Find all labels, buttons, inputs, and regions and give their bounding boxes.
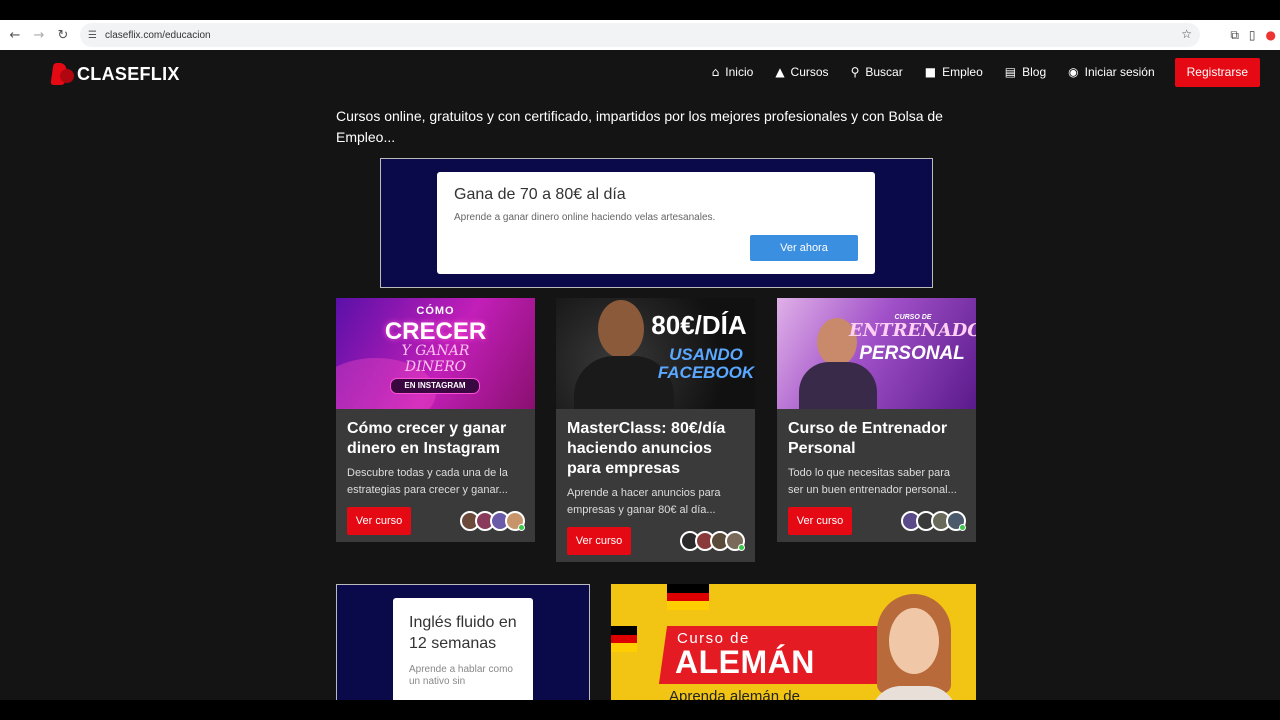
logo-mark-icon <box>50 61 74 85</box>
student-avatars <box>460 511 525 531</box>
nav-item-blog[interactable]: ▤ Blog <box>1005 65 1046 79</box>
nav-label: Empleo <box>942 65 983 79</box>
reload-icon[interactable]: ↻ <box>51 23 75 47</box>
course-description: Aprende a hacer anuncios para empresas y… <box>567 487 721 516</box>
briefcase-icon: ■ <box>924 65 937 79</box>
extensions-icon[interactable]: ⧉ <box>1230 28 1239 43</box>
newspaper-icon: ▤ <box>1004 65 1017 79</box>
main-nav: ⌂ Inicio ▲ Cursos ⚲ Buscar ■ Empleo ▤ Bl… <box>690 57 1260 87</box>
course-thumbnail: CÓMO CRECER Y GANAR DINERO EN INSTAGRAM <box>336 298 535 409</box>
ad-title: Inglés fluido en 12 semanas <box>409 614 517 652</box>
ad-subtitle: Aprende a ganar dinero online haciendo v… <box>454 212 716 223</box>
logo-text: CLASEFLIX <box>77 64 180 84</box>
home-icon: ⌂ <box>711 65 720 79</box>
arrow-right-icon[interactable]: → <box>27 23 51 47</box>
thumb-text: PERSONAL <box>859 343 965 364</box>
course-thumbnail: 80€/DÍA USANDO FACEBOOK <box>556 298 755 409</box>
address-bar[interactable]: ☰ claseflix.com/educacion ☆ <box>80 23 1200 47</box>
url-text: claseflix.com/educacion <box>104 29 211 41</box>
thumb-text: USANDO <box>669 345 743 364</box>
page-content: CLASEFLIX ⌂ Inicio ▲ Cursos ⚲ Buscar ■ E… <box>0 50 1280 700</box>
ad-title: Gana de 70 a 80€ al día <box>454 186 626 203</box>
ad-subtitle: Aprende a hablar como un nativo sin <box>409 664 513 687</box>
course-card-trainer[interactable]: CURSO DE ENTRENADOR PERSONAL Curso de En… <box>777 298 976 542</box>
nav-label: Buscar <box>865 65 903 79</box>
course-card-instagram[interactable]: CÓMO CRECER Y GANAR DINERO EN INSTAGRAM … <box>336 298 535 542</box>
course-thumbnail: CURSO DE ENTRENADOR PERSONAL <box>777 298 976 409</box>
ad-cta-button[interactable]: Ver ahora <box>750 235 858 261</box>
site-info-icon[interactable]: ☰ <box>88 30 97 41</box>
intro-text: Cursos online, gratuitos y con certifica… <box>336 108 943 145</box>
nav-label: Blog <box>1022 65 1047 79</box>
online-dot-icon <box>518 524 525 531</box>
arrow-left-icon[interactable]: ← <box>3 23 27 47</box>
graduation-cap-icon: ▲ <box>775 65 785 79</box>
course-title[interactable]: Curso de Entrenador Personal <box>777 409 976 459</box>
site-header: CLASEFLIX ⌂ Inicio ▲ Cursos ⚲ Buscar ■ E… <box>0 50 1280 94</box>
ad-card: Inglés fluido en 12 semanas Aprende a ha… <box>393 598 533 700</box>
nav-item-buscar[interactable]: ⚲ Buscar <box>851 65 903 79</box>
register-button[interactable]: Registrarse <box>1174 57 1260 87</box>
thumb-text: CÓMO <box>416 305 455 317</box>
course-title[interactable]: MasterClass: 80€/día haciendo anuncios p… <box>556 409 755 479</box>
course-footer: Ver curso <box>556 519 755 565</box>
online-dot-icon <box>738 544 745 551</box>
video-letterbox-top <box>0 0 1280 20</box>
ad-banner-english[interactable]: Inglés fluido en 12 semanas Aprende a ha… <box>336 584 590 700</box>
german-flag-icon <box>667 584 709 610</box>
student-avatars <box>901 511 966 531</box>
student-avatars <box>680 531 745 551</box>
course-description: Todo lo que necesitas saber para ser un … <box>788 467 957 496</box>
course-footer: Ver curso <box>336 499 535 545</box>
ad-line-2: ALEMÁN <box>675 644 815 680</box>
nav-label: Iniciar sesión <box>1084 65 1155 79</box>
thumb-text: Y GANAR <box>401 343 470 359</box>
ad-card: Gana de 70 a 80€ al día Aprende a ganar … <box>437 172 875 274</box>
user-circle-icon: ◉ <box>1068 65 1079 79</box>
avatar <box>946 511 966 531</box>
thumb-text: ENTRENADOR <box>849 320 976 341</box>
nav-item-empleo[interactable]: ■ Empleo <box>925 65 983 79</box>
browser-toolbar: ← → ↻ ☰ claseflix.com/educacion ☆ ⧉ ▯ ● <box>0 20 1280 50</box>
course-description: Descubre todas y cada una de la estrateg… <box>347 467 508 496</box>
ad-line-3: Aprenda alemán de <box>669 688 800 700</box>
nav-label: Inicio <box>725 65 754 79</box>
course-footer: Ver curso <box>777 499 976 545</box>
course-button[interactable]: Ver curso <box>567 527 631 555</box>
video-letterbox-bottom <box>0 700 1280 720</box>
profile-icon[interactable]: ● <box>1266 28 1276 42</box>
german-flag-icon <box>611 626 637 652</box>
ad-person-image <box>869 594 959 700</box>
thumb-text: CRECER <box>384 318 487 345</box>
nav-item-cursos[interactable]: ▲ Cursos <box>775 65 828 79</box>
course-button[interactable]: Ver curso <box>347 507 411 535</box>
bookmark-star-icon[interactable]: ☆ <box>1181 27 1192 41</box>
nav-label: Cursos <box>790 65 829 79</box>
thumb-text: 80€/DÍA <box>651 310 747 340</box>
avatar <box>505 511 525 531</box>
ad-banner-top[interactable]: Gana de 70 a 80€ al día Aprende a ganar … <box>380 158 933 288</box>
course-title[interactable]: Cómo crecer y ganar dinero en Instagram <box>336 409 535 459</box>
side-panel-icon[interactable]: ▯ <box>1249 28 1256 42</box>
search-icon: ⚲ <box>850 65 860 79</box>
nav-item-login[interactable]: ◉ Iniciar sesión <box>1068 65 1155 79</box>
avatar <box>725 531 745 551</box>
online-dot-icon <box>959 524 966 531</box>
course-button[interactable]: Ver curso <box>788 507 852 535</box>
logo[interactable]: CLASEFLIX <box>50 60 180 85</box>
nav-item-inicio[interactable]: ⌂ Inicio <box>712 65 754 79</box>
thumb-text: FACEBOOK <box>657 363 755 382</box>
course-card-facebook[interactable]: 80€/DÍA USANDO FACEBOOK MasterClass: 80€… <box>556 298 755 562</box>
ad-banner-german[interactable]: Curso de ALEMÁN Aprenda alemán de <box>611 584 976 700</box>
browser-actions: ⧉ ▯ ● <box>1230 23 1280 47</box>
thumb-text: DINERO <box>404 359 467 375</box>
thumb-text: EN INSTAGRAM <box>390 378 480 394</box>
